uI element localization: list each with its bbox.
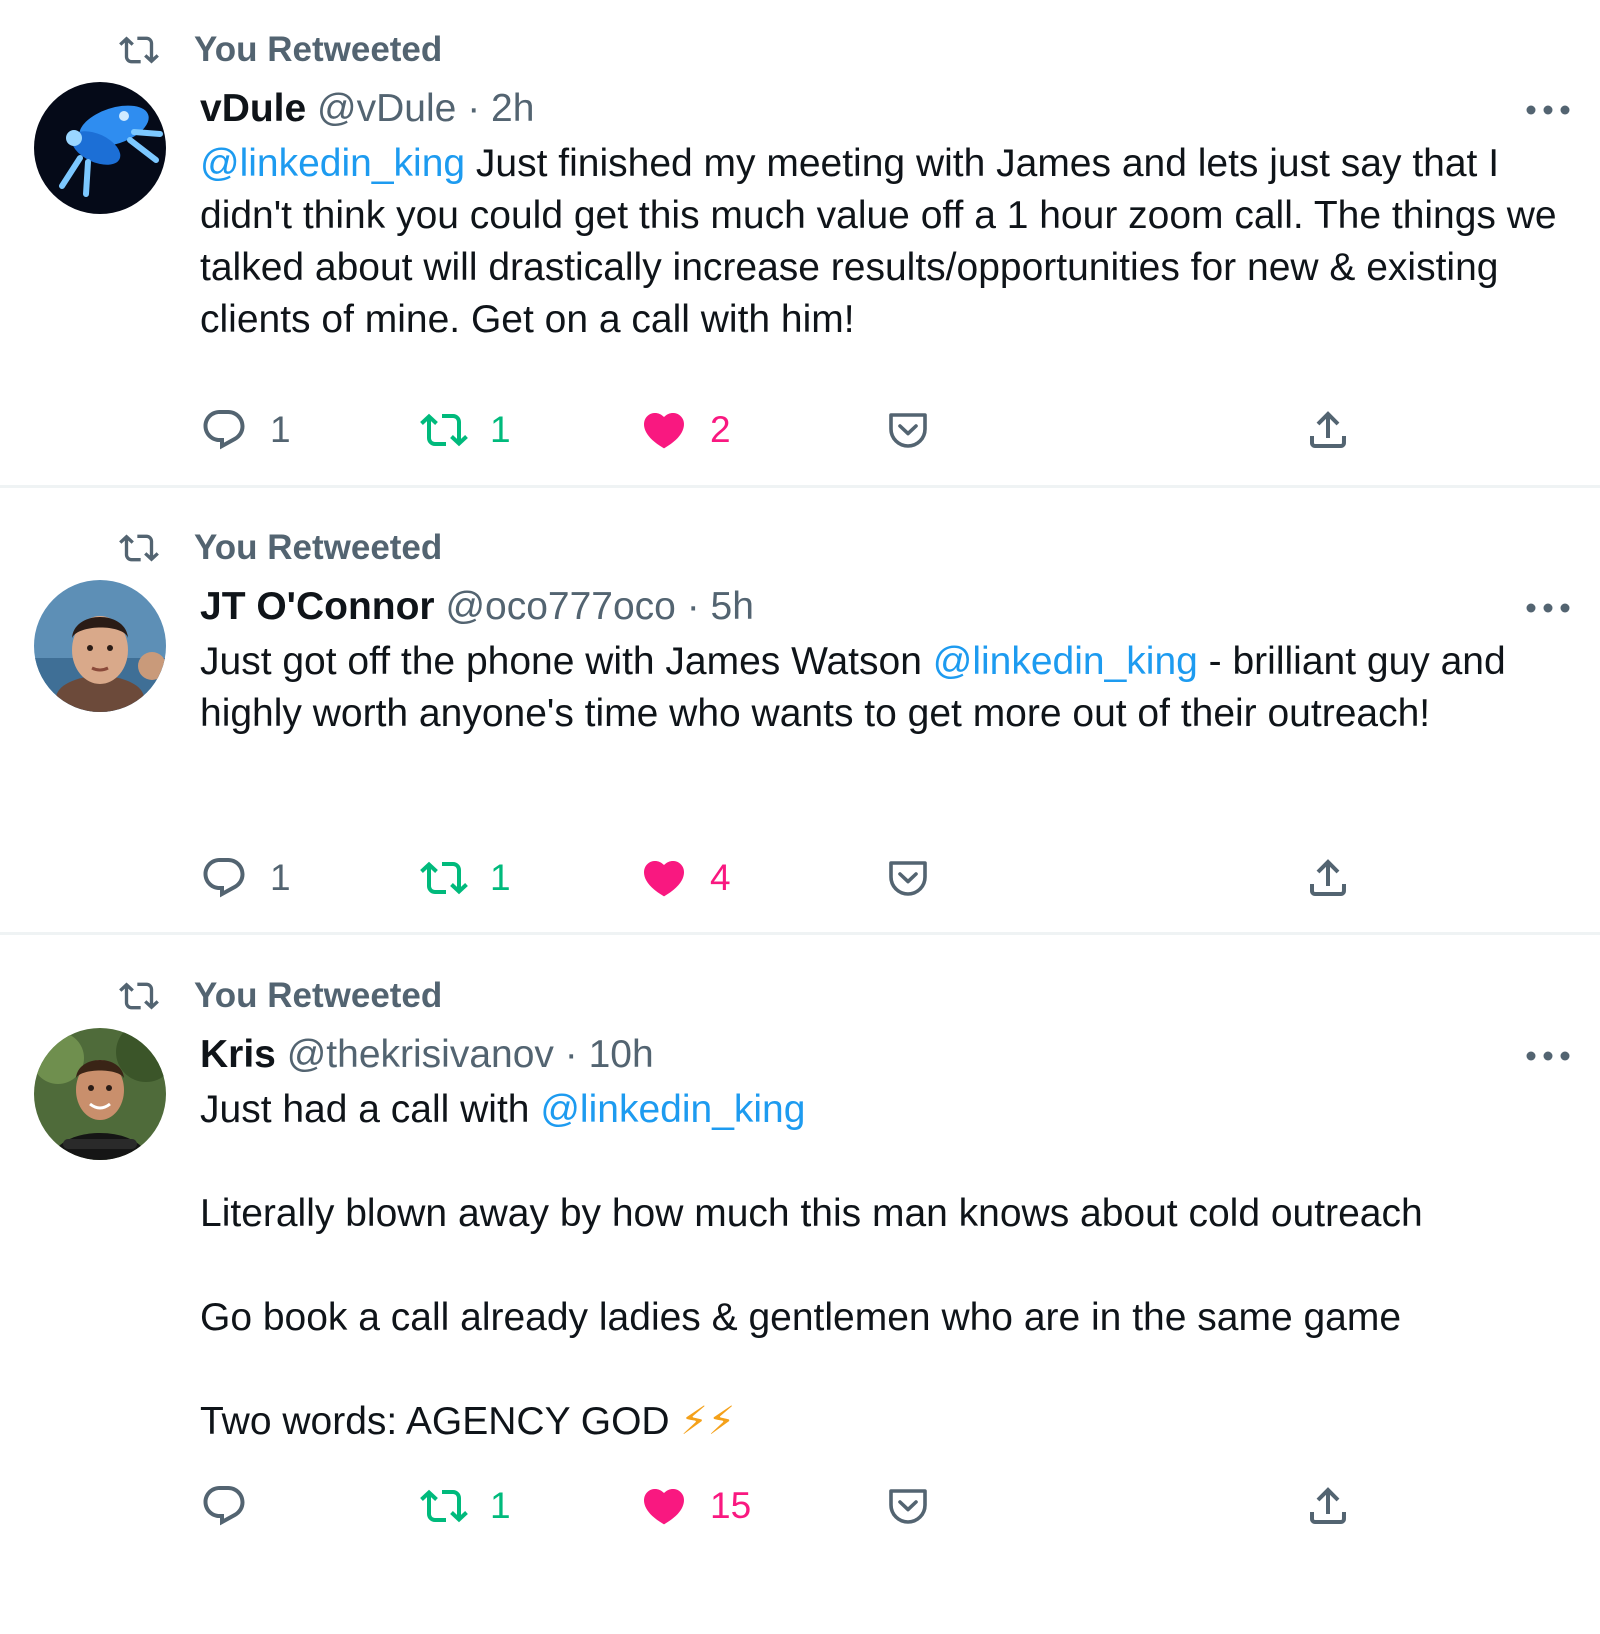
share-icon: [1304, 406, 1352, 454]
display-name[interactable]: JT O'Connor: [200, 585, 435, 628]
pocket-icon: [884, 406, 932, 454]
retweet-count: 1: [490, 1485, 511, 1526]
pocket-icon: [884, 854, 932, 902]
lightning-emoji: ⚡⚡: [680, 1400, 736, 1443]
tweet-text-content: Just got off the phone with James Watson: [200, 640, 933, 683]
tweet-text-line: Go book a call already ladies & gentleme…: [200, 1296, 1402, 1339]
retweet-icon: [420, 1482, 468, 1530]
reply-button[interactable]: 1: [200, 400, 291, 460]
tweet-vdule[interactable]: You Retweeted vDule @vDule · 2h @linkedi…: [0, 0, 1600, 484]
reply-count: 1: [270, 409, 291, 450]
like-button[interactable]: 15: [640, 1476, 751, 1536]
avatar[interactable]: [34, 580, 166, 712]
more-icon[interactable]: [1525, 600, 1571, 616]
tweet-text: Just had a call with @linkedin_king Lite…: [200, 1084, 1580, 1448]
reply-icon: [200, 1482, 248, 1530]
user-handle[interactable]: @thekrisivanov: [287, 1033, 554, 1076]
retweet-button[interactable]: 1: [420, 400, 511, 460]
pocket-button[interactable]: [884, 400, 932, 460]
retweet-icon: [420, 854, 468, 902]
timestamp[interactable]: 10h: [589, 1033, 654, 1076]
tweet-header: Kris @thekrisivanov · 10h: [200, 1032, 654, 1078]
mention-link[interactable]: @linkedin_king: [933, 640, 1198, 683]
timeline: You Retweeted vDule @vDule · 2h @linkedi…: [0, 0, 1600, 1634]
tweet-jt-oconnor[interactable]: You Retweeted JT O'Connor @oco777oco · 5…: [0, 490, 1600, 930]
retweet-context-label: You Retweeted: [194, 976, 443, 1015]
like-count: 15: [710, 1485, 752, 1526]
more-icon[interactable]: [1525, 102, 1571, 118]
retweet-button[interactable]: 1: [420, 1476, 511, 1536]
separator-dot: ·: [467, 87, 481, 130]
mention-link[interactable]: @linkedin_king: [200, 142, 465, 185]
retweet-count: 1: [490, 409, 511, 450]
share-icon: [1304, 1482, 1352, 1530]
separator-dot: ·: [564, 1033, 578, 1076]
more-icon[interactable]: [1525, 1048, 1571, 1064]
timestamp[interactable]: 5h: [711, 585, 754, 628]
mention-link[interactable]: @linkedin_king: [540, 1088, 805, 1131]
tweet-text-line: Literally blown away by how much this ma…: [200, 1192, 1423, 1235]
like-button[interactable]: 2: [640, 400, 731, 460]
heart-icon: [640, 1482, 688, 1530]
share-button[interactable]: [1304, 1476, 1352, 1536]
heart-icon: [640, 854, 688, 902]
user-handle[interactable]: @oco777oco: [445, 585, 675, 628]
retweet-context: You Retweeted: [112, 28, 442, 72]
reply-icon: [200, 854, 248, 902]
separator-dot: ·: [686, 585, 700, 628]
retweet-context-label: You Retweeted: [194, 30, 443, 69]
retweet-icon: [112, 976, 166, 1016]
tweet-kris[interactable]: You Retweeted Kris @thekrisivanov · 10h: [0, 938, 1600, 1634]
like-count: 2: [710, 409, 731, 450]
avatar[interactable]: [34, 1028, 166, 1160]
user-handle[interactable]: @vDule: [317, 87, 456, 130]
share-button[interactable]: [1304, 400, 1352, 460]
tweet-actions: 1 1 2: [0, 400, 1600, 460]
retweet-button[interactable]: 1: [420, 848, 511, 908]
reply-button[interactable]: [200, 1476, 248, 1536]
retweet-context-label: You Retweeted: [194, 528, 443, 567]
pocket-icon: [884, 1482, 932, 1530]
share-icon: [1304, 854, 1352, 902]
pocket-button[interactable]: [884, 1476, 932, 1536]
retweet-icon: [112, 528, 166, 568]
retweet-icon: [112, 30, 166, 70]
reply-button[interactable]: 1: [200, 848, 291, 908]
retweet-icon: [420, 406, 468, 454]
tweet-text-content: Just had a call with: [200, 1088, 541, 1131]
tweet-text-content: Two words: AGENCY GOD: [200, 1400, 681, 1443]
pocket-button[interactable]: [884, 848, 932, 908]
tweet-text: Just got off the phone with James Watson…: [200, 636, 1580, 740]
retweet-count: 1: [490, 857, 511, 898]
tweet-header: JT O'Connor @oco777oco · 5h: [200, 584, 754, 630]
heart-icon: [640, 406, 688, 454]
reply-icon: [200, 406, 248, 454]
tweet-divider: [0, 932, 1600, 935]
retweet-context: You Retweeted: [112, 526, 442, 570]
like-count: 4: [710, 857, 731, 898]
reply-count: 1: [270, 857, 291, 898]
like-button[interactable]: 4: [640, 848, 731, 908]
tweet-divider: [0, 485, 1600, 488]
display-name[interactable]: Kris: [200, 1033, 276, 1076]
avatar[interactable]: [34, 82, 166, 214]
display-name[interactable]: vDule: [200, 87, 306, 130]
timestamp[interactable]: 2h: [491, 87, 534, 130]
retweet-context: You Retweeted: [112, 974, 442, 1018]
tweet-text: @linkedin_king Just finished my meeting …: [200, 138, 1580, 346]
tweet-header: vDule @vDule · 2h: [200, 86, 534, 132]
share-button[interactable]: [1304, 848, 1352, 908]
tweet-actions: 1 1 4: [0, 848, 1600, 908]
tweet-actions: 1 15: [0, 1476, 1600, 1536]
